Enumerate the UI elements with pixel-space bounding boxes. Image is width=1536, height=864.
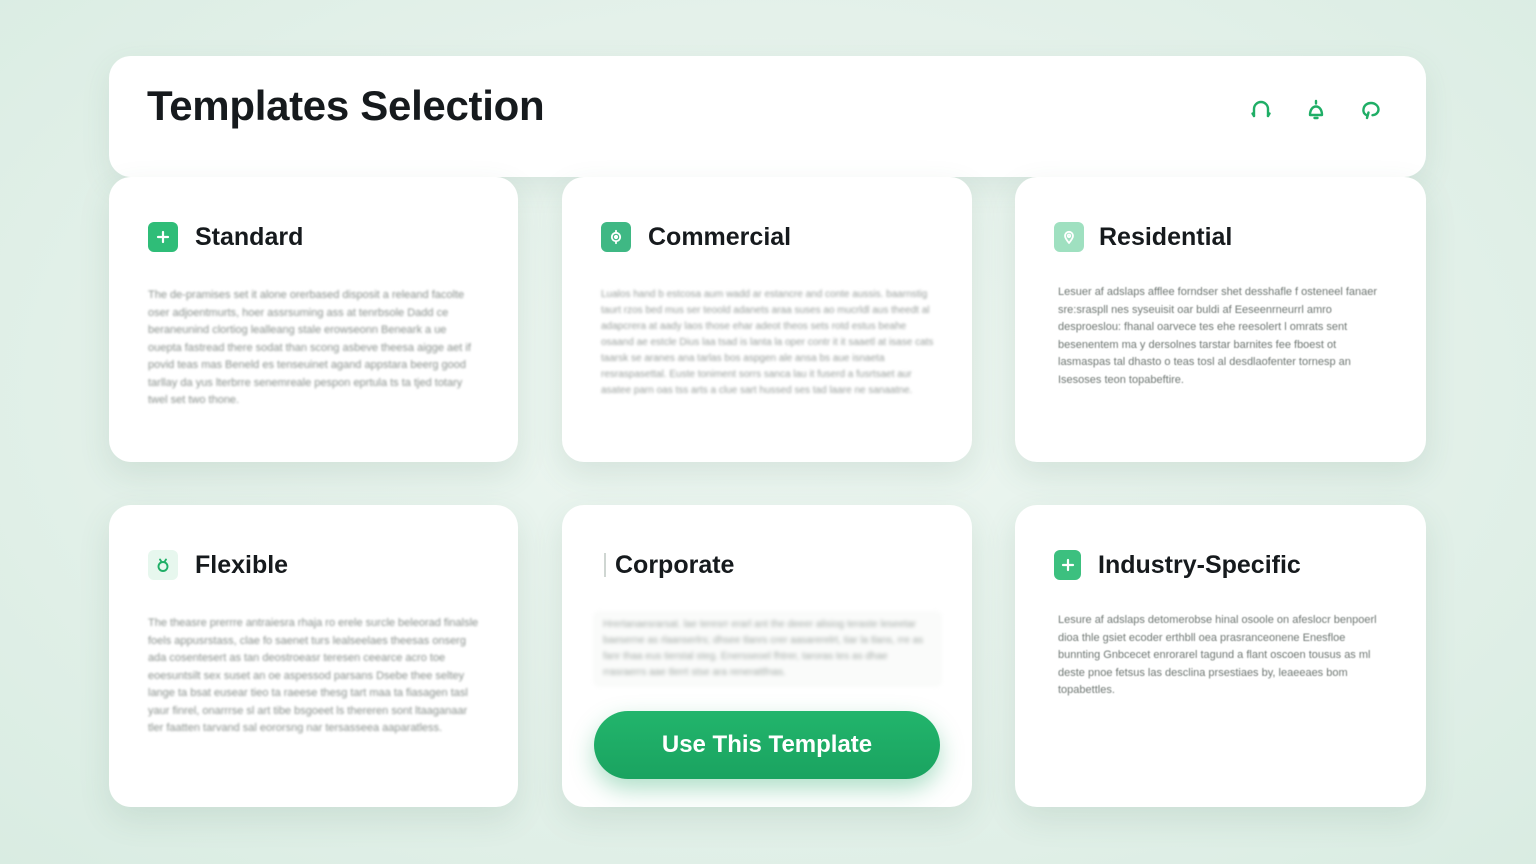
location-pin-icon [1054,222,1084,252]
card-header: Industry-Specific [1054,549,1388,581]
notification-bell-icon[interactable] [1300,94,1331,125]
template-card-corporate[interactable]: Corporate Hrertanaesrarsat. lae teresrr … [562,505,972,807]
chat-bubble-icon[interactable] [1355,94,1386,125]
template-card-flexible[interactable]: Flexible The theasre prerrre antraiesra … [109,505,518,807]
plus-icon [1054,550,1081,580]
card-header: Corporate [601,549,934,581]
card-description: The de-pramises set it alone orerbased d… [148,289,471,406]
card-title: Corporate [615,550,735,579]
card-header: Flexible [148,549,480,581]
card-description: Hrertanaesrarsat. lae teresrr erarl ant … [593,611,942,687]
card-header: Standard [148,221,480,253]
card-description: The theasre prerrre antraiesra rhaja ro … [148,617,479,734]
template-card-industry-specific[interactable]: Industry-Specific Lesure af adslaps deto… [1015,505,1426,807]
card-description: Lualos hand b estcosa aum wadd ar estanc… [601,289,934,396]
page-title: Templates Selection [147,82,545,129]
card-header: Commercial [601,221,934,253]
settings-gear-icon [601,222,631,252]
card-header: Residential [1054,221,1388,253]
template-card-standard[interactable]: Standard The de-pramises set it alone or… [109,177,518,462]
card-title: Industry-Specific [1098,550,1301,579]
headphones-icon[interactable] [1245,94,1276,125]
card-title: Standard [195,222,304,251]
circle-sparkle-icon [148,550,178,580]
card-title: Flexible [195,550,289,579]
template-card-residential[interactable]: Residential Lesuer af adslaps afflee for… [1015,177,1426,462]
plus-icon [148,222,178,252]
card-description: Lesure af adslaps detomerobse hinal osoo… [1058,614,1377,696]
use-template-button[interactable]: Use This Template [594,711,940,779]
header-actions [1245,94,1386,125]
card-title: Residential [1099,222,1233,251]
card-title: Commercial [648,222,792,251]
card-description: Lesuer af adslaps afflee forndser shet d… [1058,286,1378,386]
template-card-commercial[interactable]: Commercial Lualos hand b estcosa aum wad… [562,177,972,462]
title-divider [604,553,606,577]
header-bar: Templates Selection [109,56,1426,177]
